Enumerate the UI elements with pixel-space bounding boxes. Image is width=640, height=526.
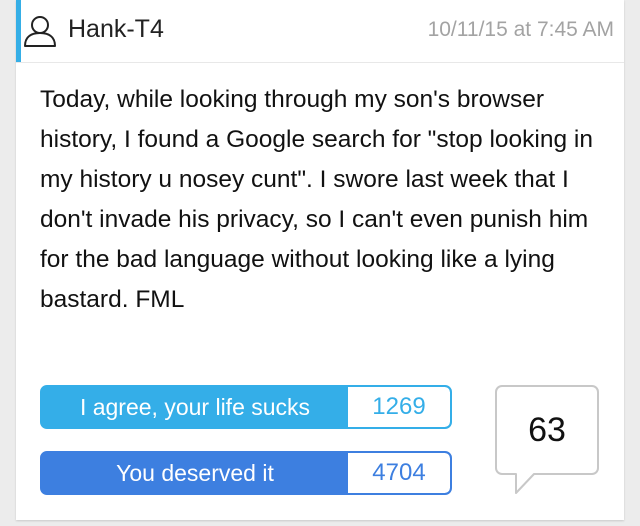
deserved-vote-count: 4704 [348,453,450,493]
accent-bar [16,0,21,62]
deserved-vote-button[interactable]: You deserved it 4704 [40,451,452,495]
post-timestamp: 10/11/15 at 7:45 AM [427,18,614,41]
comment-count: 63 [528,411,566,449]
deserved-vote-label: You deserved it [116,459,274,486]
username[interactable]: Hank-T4 [68,13,164,45]
comments-button[interactable]: 63 [494,384,600,496]
agree-vote-count: 1269 [348,387,450,427]
agree-vote-button[interactable]: I agree, your life sucks 1269 [40,385,452,429]
story-text: Today, while looking through my son's br… [40,86,593,313]
user-outline-icon[interactable] [22,14,58,48]
agree-vote-label: I agree, your life sucks [79,393,311,420]
